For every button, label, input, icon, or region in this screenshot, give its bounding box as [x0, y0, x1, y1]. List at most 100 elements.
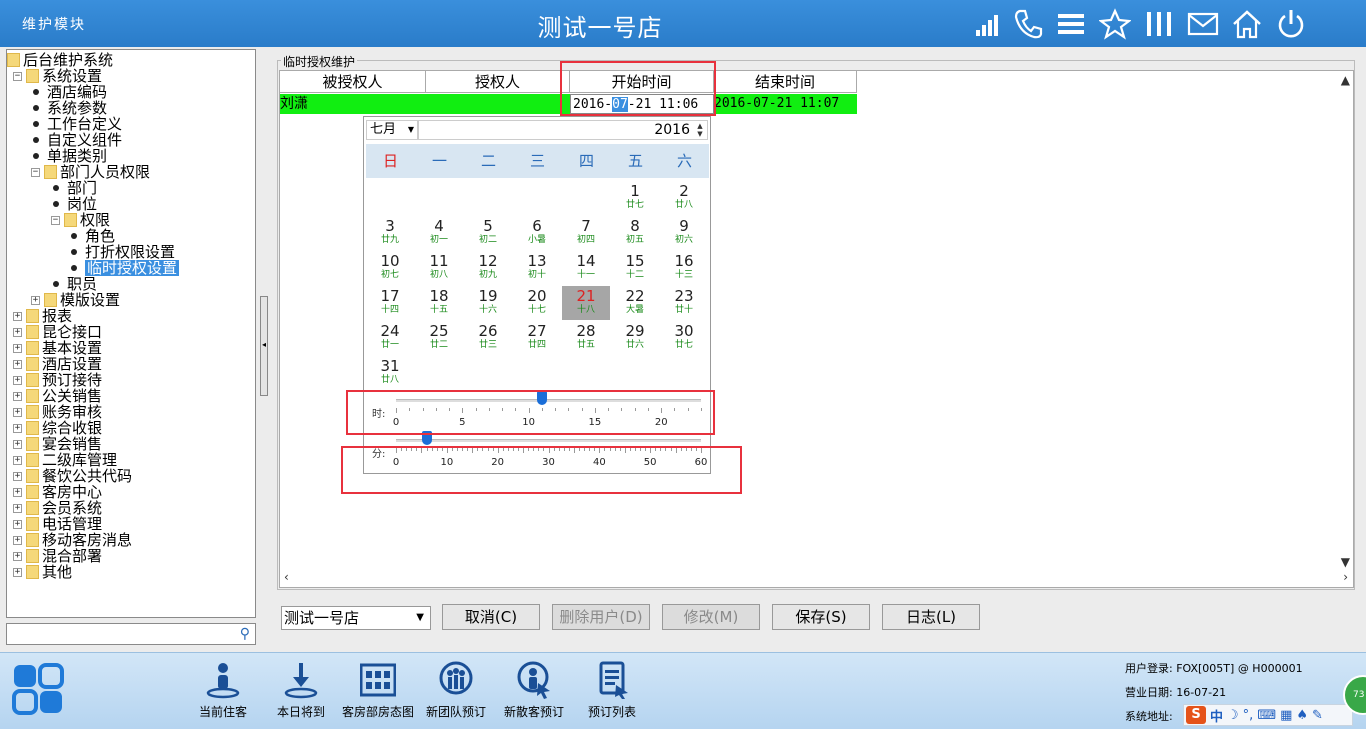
taskbar-room-status[interactable]: 客房部房态图	[338, 661, 418, 720]
splitter-handle[interactable]: ◂	[260, 296, 268, 396]
tree-node[interactable]: + 综合收银	[13, 420, 102, 436]
home-icon[interactable]	[1231, 8, 1263, 40]
delete-user-button[interactable]: 删除用户(D)	[552, 604, 650, 630]
log-button[interactable]: 日志(L)	[882, 604, 980, 630]
tree-node-label[interactable]: 后台维护系统	[23, 52, 113, 68]
tree-node[interactable]: − 权限	[51, 212, 110, 228]
tree-node[interactable]: 职员	[51, 276, 97, 292]
tree-node[interactable]: + 基本设置	[13, 340, 102, 356]
tree-node[interactable]: + 宴会销售	[13, 436, 102, 452]
calendar-day[interactable]: 7 初四	[562, 216, 610, 250]
tree-node-label[interactable]: 工作台定义	[47, 116, 122, 132]
columns-icon[interactable]	[1143, 8, 1175, 40]
header-grantee[interactable]: 被授权人	[280, 71, 426, 93]
calendar-day[interactable]: 1 廿七	[611, 181, 659, 215]
expand-icon[interactable]: +	[13, 503, 22, 513]
expand-icon[interactable]: +	[13, 551, 22, 561]
tree-node-label[interactable]: 打折权限设置	[85, 244, 175, 260]
keyboard-icon[interactable]: ⌨	[1257, 708, 1276, 723]
calendar-day[interactable]: 14 十一	[562, 251, 610, 285]
expand-icon[interactable]: +	[13, 423, 22, 433]
tree-node-label[interactable]: 综合收银	[42, 420, 102, 436]
expand-icon[interactable]: +	[13, 439, 22, 449]
tree-node-label[interactable]: 其他	[42, 564, 72, 580]
tree-node-label[interactable]: 客房中心	[42, 484, 102, 500]
header-end-time[interactable]: 结束时间	[714, 71, 857, 93]
star-icon[interactable]	[1098, 8, 1132, 40]
tree-node[interactable]: 部门	[51, 180, 97, 196]
scroll-up-arrow[interactable]: ▲	[1341, 73, 1350, 87]
collapse-icon[interactable]: −	[51, 215, 60, 225]
calendar-day[interactable]: 10 初七	[366, 251, 414, 285]
calendar-day[interactable]: 22 大暑	[611, 286, 659, 320]
tree-node[interactable]: 单据类别	[31, 148, 107, 164]
tree-node-label[interactable]: 职员	[67, 276, 97, 292]
calendar-day[interactable]: 24 廿一	[366, 321, 414, 355]
tools-icon[interactable]: ✎	[1312, 708, 1323, 723]
tree-node[interactable]: + 会员系统	[13, 500, 102, 516]
ime-mode-label[interactable]: 中	[1210, 706, 1223, 725]
tree-node-label[interactable]: 混合部署	[42, 548, 102, 564]
calendar-day[interactable]: 25 廿二	[415, 321, 463, 355]
expand-icon[interactable]: +	[13, 567, 22, 577]
expand-icon[interactable]: +	[13, 391, 22, 401]
skin-icon[interactable]: ♠	[1296, 708, 1308, 723]
tree-node[interactable]: 打折权限设置	[69, 244, 175, 260]
calendar-day[interactable]: 13 初十	[513, 251, 561, 285]
expand-icon[interactable]: +	[13, 487, 22, 497]
tree-node[interactable]: 后台维护系统	[7, 52, 113, 68]
expand-icon[interactable]: +	[13, 311, 22, 321]
year-spinner[interactable]: 2016 ▲ ▼	[418, 120, 708, 140]
sogou-ime-icon[interactable]: S	[1186, 706, 1206, 724]
tree-search-input[interactable]: ⚲	[6, 623, 256, 645]
tree-node-label[interactable]: 餐饮公共代码	[42, 468, 132, 484]
tree-node-label[interactable]: 单据类别	[47, 148, 107, 164]
collapse-icon[interactable]: −	[31, 167, 40, 177]
cell-end-time[interactable]: 2016-07-21 11:07	[714, 94, 857, 114]
tree-node[interactable]: + 其他	[13, 564, 72, 580]
tree-node-label[interactable]: 昆仑接口	[42, 324, 102, 340]
tree-node-label[interactable]: 基本设置	[42, 340, 102, 356]
save-button[interactable]: 保存(S)	[772, 604, 870, 630]
calendar-day[interactable]: 30 廿七	[660, 321, 708, 355]
tree-node-label[interactable]: 预订接待	[42, 372, 102, 388]
tree-node[interactable]: 系统参数	[31, 100, 107, 116]
tree-node[interactable]: + 模版设置	[31, 292, 120, 308]
tree-node[interactable]: + 混合部署	[13, 548, 102, 564]
calendar-day[interactable]: 29 廿六	[611, 321, 659, 355]
tree-node-label[interactable]: 账务审核	[42, 404, 102, 420]
tree-node-label[interactable]: 酒店设置	[42, 356, 102, 372]
tree-node-label[interactable]: 酒店编码	[47, 84, 107, 100]
tree-node[interactable]: + 餐饮公共代码	[13, 468, 132, 484]
calendar-day[interactable]: 6 小暑	[513, 216, 561, 250]
tree-node[interactable]: 自定义组件	[31, 132, 122, 148]
expand-icon[interactable]: +	[13, 343, 22, 353]
phone-icon[interactable]	[1012, 8, 1044, 40]
ime-toolbar[interactable]: S 中 ☽ °, ⌨ ▦ ♠ ✎	[1183, 704, 1353, 726]
calendar-day[interactable]: 23 廿十	[660, 286, 708, 320]
moon-icon[interactable]: ☽	[1227, 708, 1239, 723]
expand-icon[interactable]: +	[13, 455, 22, 465]
calendar-day[interactable]: 4 初一	[415, 216, 463, 250]
tree-node[interactable]: + 酒店设置	[13, 356, 102, 372]
calendar-day[interactable]: 19 十六	[464, 286, 512, 320]
taskbar-current-guests[interactable]: 当前住客	[183, 661, 263, 720]
tree-node[interactable]: + 报表	[13, 308, 72, 324]
tree-node-label[interactable]: 系统设置	[42, 68, 102, 84]
calendar-day[interactable]: 18 十五	[415, 286, 463, 320]
tree-node-label[interactable]: 宴会销售	[42, 436, 102, 452]
calendar-day[interactable]: 28 廿五	[562, 321, 610, 355]
calendar-day[interactable]: 27 廿四	[513, 321, 561, 355]
expand-icon[interactable]: +	[13, 535, 22, 545]
tree-node-label[interactable]: 角色	[85, 228, 115, 244]
expand-icon[interactable]: +	[13, 375, 22, 385]
tree-node[interactable]: 酒店编码	[31, 84, 107, 100]
modify-button[interactable]: 修改(M)	[662, 604, 760, 630]
calendar-day[interactable]: 11 初八	[415, 251, 463, 285]
tree-node[interactable]: 临时授权设置	[69, 260, 180, 276]
signal-icon[interactable]	[972, 8, 1004, 40]
calendar-day[interactable]: 8 初五	[611, 216, 659, 250]
tree-node-label[interactable]: 模版设置	[60, 292, 120, 308]
calendar-day[interactable]: 5 初二	[464, 216, 512, 250]
expand-icon[interactable]: +	[13, 471, 22, 481]
